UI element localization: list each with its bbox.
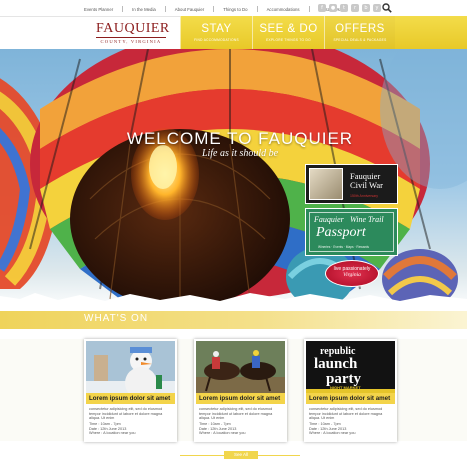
promo-title-3: Passport — [316, 225, 366, 240]
virginia-is-for-lovers-badge[interactable]: live passionately Virginia — [325, 260, 379, 287]
divider — [122, 6, 124, 12]
event-card[interactable]: Lorem ipsum dolor sit amet consectetur a… — [84, 339, 177, 442]
event-image-horse-race — [196, 341, 285, 395]
civil-war-thumbnail — [309, 168, 343, 200]
main-nav-sublabel: EXPLORE THINGS TO DO — [266, 38, 311, 42]
promo-note: 150th Anniversary — [350, 194, 379, 198]
twitter-icon[interactable]: t — [340, 4, 348, 12]
divider — [213, 6, 215, 12]
whats-on-heading: WHAT'S ON — [84, 313, 149, 324]
event-title[interactable]: Lorem ipsum dolor sit amet — [86, 393, 175, 404]
nav-link-about[interactable]: About Fauquier — [175, 7, 204, 12]
youtube-icon[interactable]: y — [373, 4, 381, 12]
hero-subtitle: Life as it should be — [201, 148, 279, 159]
wine-trail-promo[interactable]: Fauquier Wine Trail Passport Wineries · … — [305, 208, 398, 256]
blog-icon[interactable]: b — [362, 4, 370, 12]
divider — [164, 6, 166, 12]
event-description: consectetur adipisicing elit, sed do eiu… — [199, 407, 273, 421]
nav-link-things-to-do[interactable]: Things to Do — [223, 7, 247, 12]
logo-tagline: COUNTY, VIRGINIA — [96, 37, 166, 44]
search-icon[interactable] — [382, 3, 392, 13]
rss-icon[interactable]: r — [351, 4, 359, 12]
event-title[interactable]: Lorem ipsum dolor sit amet — [196, 393, 285, 404]
event-meta: Time : 10am - 7pm Date : 12th June 2013 … — [309, 422, 393, 436]
promo-note: Wineries · Events · Maps · Rewards — [318, 245, 370, 249]
main-nav-offers[interactable]: OFFERS SPECIAL DEALS & PACKAGES — [324, 16, 395, 49]
promo-title-2: Wine Trail — [350, 215, 384, 224]
divider — [308, 6, 310, 12]
event-meta: Time : 10am - 7pm Date : 12th June 2013 … — [199, 422, 283, 436]
social-links: f ● t r b y — [318, 4, 381, 12]
main-nav-see-and-do[interactable]: SEE & DO EXPLORE THINGS TO DO — [252, 16, 324, 49]
divider — [256, 6, 258, 12]
badge-line-2: Virginia — [343, 272, 361, 278]
main-nav-label: OFFERS — [335, 23, 385, 35]
main-nav: STAY FIND ACCOMMODATIONS SEE & DO EXPLOR… — [180, 16, 467, 49]
main-nav-stay[interactable]: STAY FIND ACCOMMODATIONS — [180, 16, 252, 49]
nav-link-accommodations[interactable]: Accommodations — [267, 7, 300, 12]
poster-line-2: launch — [314, 356, 358, 372]
logo-wordmark: FAUQUIER — [96, 21, 170, 36]
event-image-launch-party: republic launch party NIGHT MARKET — [306, 341, 395, 395]
event-card[interactable]: republic launch party NIGHT MARKET Lorem… — [304, 339, 397, 442]
event-location: Where : A location near you — [89, 431, 136, 436]
event-location: Where : A location near you — [309, 431, 356, 436]
flickr-icon[interactable]: ● — [329, 4, 337, 12]
utility-nav: Events Planner In the Media About Fauqui… — [84, 5, 340, 13]
nav-link-events-planner[interactable]: Events Planner — [84, 7, 113, 12]
event-image-snowman — [86, 341, 175, 395]
site-logo[interactable]: FAUQUIER COUNTY, VIRGINIA — [96, 21, 170, 44]
main-nav-sublabel: SPECIAL DEALS & PACKAGES — [333, 38, 387, 42]
promo-title-1: Fauquier — [314, 215, 344, 224]
event-title[interactable]: Lorem ipsum dolor sit amet — [306, 393, 395, 404]
nav-link-in-the-media[interactable]: In the Media — [132, 7, 156, 12]
whats-on-band — [0, 311, 467, 329]
main-nav-sublabel: FIND ACCOMMODATIONS — [194, 38, 239, 42]
main-nav-label: STAY — [201, 23, 232, 35]
hero-title: WELCOME TO FAUQUIER — [126, 129, 354, 148]
event-card[interactable]: Lorem ipsum dolor sit amet consectetur a… — [194, 339, 287, 442]
event-meta: Time : 10am - 7pm Date : 12th June 2013 … — [89, 422, 173, 436]
civil-war-promo[interactable]: Fauquier Civil War 150th Anniversary — [305, 164, 398, 204]
main-nav-label: SEE & DO — [259, 23, 318, 35]
poster-line-4: NIGHT MARKET — [330, 385, 361, 390]
see-all-button[interactable]: See All — [224, 451, 258, 459]
facebook-icon[interactable]: f — [318, 4, 326, 12]
event-description: consectetur adipisicing elit, sed do eiu… — [309, 407, 383, 421]
page: Events Planner In the Media About Fauqui… — [0, 0, 467, 466]
event-location: Where : A location near you — [199, 431, 246, 436]
promo-title-2: Civil War — [350, 180, 383, 190]
event-description: consectetur adipisicing elit, sed do eiu… — [89, 407, 163, 421]
